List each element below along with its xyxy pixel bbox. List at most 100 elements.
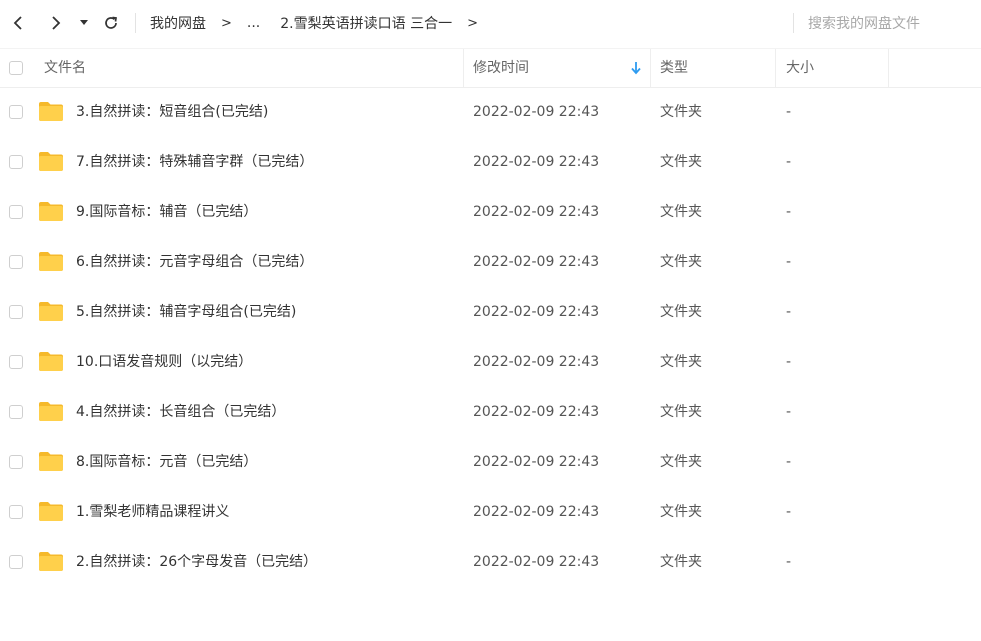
file-modified-time: 2022-02-09 22:43 — [473, 554, 600, 570]
column-divider — [463, 49, 464, 87]
chevron-left-icon — [13, 16, 22, 30]
file-size: - — [786, 254, 792, 270]
file-row[interactable]: 1.雪梨老师精品课程讲义 2022-02-09 22:43 文件夹 - — [0, 487, 981, 537]
column-divider — [650, 49, 651, 87]
sort-descending-icon[interactable] — [630, 61, 642, 75]
file-modified-time: 2022-02-09 22:43 — [473, 204, 600, 220]
file-row[interactable]: 9.国际音标：辅音（已完结） 2022-02-09 22:43 文件夹 - — [0, 187, 981, 237]
file-row[interactable]: 10.口语发音规则（以完结） 2022-02-09 22:43 文件夹 - — [0, 337, 981, 387]
breadcrumb-item-root[interactable]: 我的网盘 — [150, 13, 206, 33]
folder-icon — [39, 352, 63, 371]
breadcrumb-separator-icon: > — [221, 15, 232, 31]
row-checkbox[interactable] — [9, 355, 23, 369]
file-modified-time: 2022-02-09 22:43 — [473, 154, 600, 170]
folder-icon — [39, 202, 63, 221]
history-dropdown-button[interactable] — [76, 11, 92, 35]
file-list-header: 文件名 修改时间 类型 大小 — [0, 48, 981, 88]
select-all-checkbox[interactable] — [9, 61, 23, 75]
folder-icon — [39, 152, 63, 171]
folder-icon — [39, 402, 63, 421]
search-input[interactable] — [806, 10, 980, 38]
back-button[interactable] — [7, 11, 29, 35]
file-modified-time: 2022-02-09 22:43 — [473, 254, 600, 270]
column-divider — [888, 49, 889, 87]
breadcrumb-item-ellipsis[interactable]: ... — [247, 15, 260, 31]
row-checkbox[interactable] — [9, 155, 23, 169]
file-type: 文件夹 — [660, 504, 702, 520]
row-checkbox[interactable] — [9, 455, 23, 469]
file-name[interactable]: 3.自然拼读：短音组合(已完结) — [76, 87, 268, 137]
file-row[interactable]: 8.国际音标：元音（已完结） 2022-02-09 22:43 文件夹 - — [0, 437, 981, 487]
file-row[interactable]: 4.自然拼读：长音组合（已完结） 2022-02-09 22:43 文件夹 - — [0, 387, 981, 437]
caret-down-icon — [80, 20, 88, 25]
folder-icon — [39, 502, 63, 521]
file-row[interactable]: 2.自然拼读：26个字母发音（已完结） 2022-02-09 22:43 文件夹 - — [0, 537, 981, 587]
file-modified-time: 2022-02-09 22:43 — [473, 304, 600, 320]
file-type: 文件夹 — [660, 254, 702, 270]
file-row[interactable]: 7.自然拼读：特殊辅音字群（已完结） 2022-02-09 22:43 文件夹 - — [0, 137, 981, 187]
file-row[interactable]: 3.自然拼读：短音组合(已完结) 2022-02-09 22:43 文件夹 - — [0, 87, 981, 137]
file-size: - — [786, 104, 792, 120]
folder-icon — [39, 102, 63, 121]
file-size: - — [786, 404, 792, 420]
file-size: - — [786, 454, 792, 470]
file-modified-time: 2022-02-09 22:43 — [473, 104, 600, 120]
toolbar-divider — [135, 13, 136, 33]
file-row[interactable]: 5.自然拼读：辅音字母组合(已完结) 2022-02-09 22:43 文件夹 - — [0, 287, 981, 337]
file-size: - — [786, 554, 792, 570]
row-checkbox[interactable] — [9, 205, 23, 219]
column-divider — [775, 49, 776, 87]
folder-icon — [39, 252, 63, 271]
file-row[interactable]: 6.自然拼读：元音字母组合（已完结） 2022-02-09 22:43 文件夹 - — [0, 237, 981, 287]
file-name[interactable]: 5.自然拼读：辅音字母组合(已完结) — [76, 287, 296, 337]
file-name[interactable]: 6.自然拼读：元音字母组合（已完结） — [76, 237, 313, 287]
file-type: 文件夹 — [660, 354, 702, 370]
file-size: - — [786, 204, 792, 220]
folder-icon — [39, 552, 63, 571]
row-checkbox[interactable] — [9, 505, 23, 519]
search-divider — [793, 13, 794, 33]
refresh-button[interactable] — [100, 11, 122, 35]
breadcrumb: 我的网盘 > ... 2.雪梨英语拼读口语 三合一 > — [150, 0, 493, 46]
file-name[interactable]: 4.自然拼读：长音组合（已完结） — [76, 387, 285, 437]
column-header-name[interactable]: 文件名 — [44, 49, 86, 87]
file-name[interactable]: 8.国际音标：元音（已完结） — [76, 437, 257, 487]
row-checkbox[interactable] — [9, 555, 23, 569]
chevron-right-icon — [52, 16, 61, 30]
file-type: 文件夹 — [660, 454, 702, 470]
folder-icon — [39, 302, 63, 321]
file-size: - — [786, 504, 792, 520]
folder-icon — [39, 452, 63, 471]
column-header-size[interactable]: 大小 — [786, 49, 814, 87]
file-size: - — [786, 304, 792, 320]
row-checkbox[interactable] — [9, 255, 23, 269]
file-type: 文件夹 — [660, 554, 702, 570]
breadcrumb-item-current[interactable]: 2.雪梨英语拼读口语 三合一 — [280, 13, 452, 33]
file-type: 文件夹 — [660, 404, 702, 420]
refresh-icon — [105, 16, 117, 29]
file-size: - — [786, 154, 792, 170]
toolbar: 我的网盘 > ... 2.雪梨英语拼读口语 三合一 > — [0, 0, 981, 46]
file-type: 文件夹 — [660, 104, 702, 120]
row-checkbox[interactable] — [9, 405, 23, 419]
file-type: 文件夹 — [660, 154, 702, 170]
file-name[interactable]: 9.国际音标：辅音（已完结） — [76, 187, 257, 237]
file-list: 3.自然拼读：短音组合(已完结) 2022-02-09 22:43 文件夹 -7.自然… — [0, 87, 981, 587]
file-name[interactable]: 10.口语发音规则（以完结） — [76, 337, 252, 387]
file-name[interactable]: 2.自然拼读：26个字母发音（已完结） — [76, 537, 317, 587]
row-checkbox[interactable] — [9, 105, 23, 119]
file-type: 文件夹 — [660, 304, 702, 320]
file-modified-time: 2022-02-09 22:43 — [473, 504, 600, 520]
column-header-type[interactable]: 类型 — [660, 49, 688, 87]
row-checkbox[interactable] — [9, 305, 23, 319]
column-header-modified[interactable]: 修改时间 — [473, 49, 529, 87]
file-modified-time: 2022-02-09 22:43 — [473, 454, 600, 470]
file-name[interactable]: 1.雪梨老师精品课程讲义 — [76, 487, 229, 537]
forward-button[interactable] — [45, 11, 67, 35]
file-modified-time: 2022-02-09 22:43 — [473, 404, 600, 420]
file-name[interactable]: 7.自然拼读：特殊辅音字群（已完结） — [76, 137, 313, 187]
breadcrumb-separator-icon: > — [467, 15, 478, 31]
file-type: 文件夹 — [660, 204, 702, 220]
file-modified-time: 2022-02-09 22:43 — [473, 354, 600, 370]
file-size: - — [786, 354, 792, 370]
